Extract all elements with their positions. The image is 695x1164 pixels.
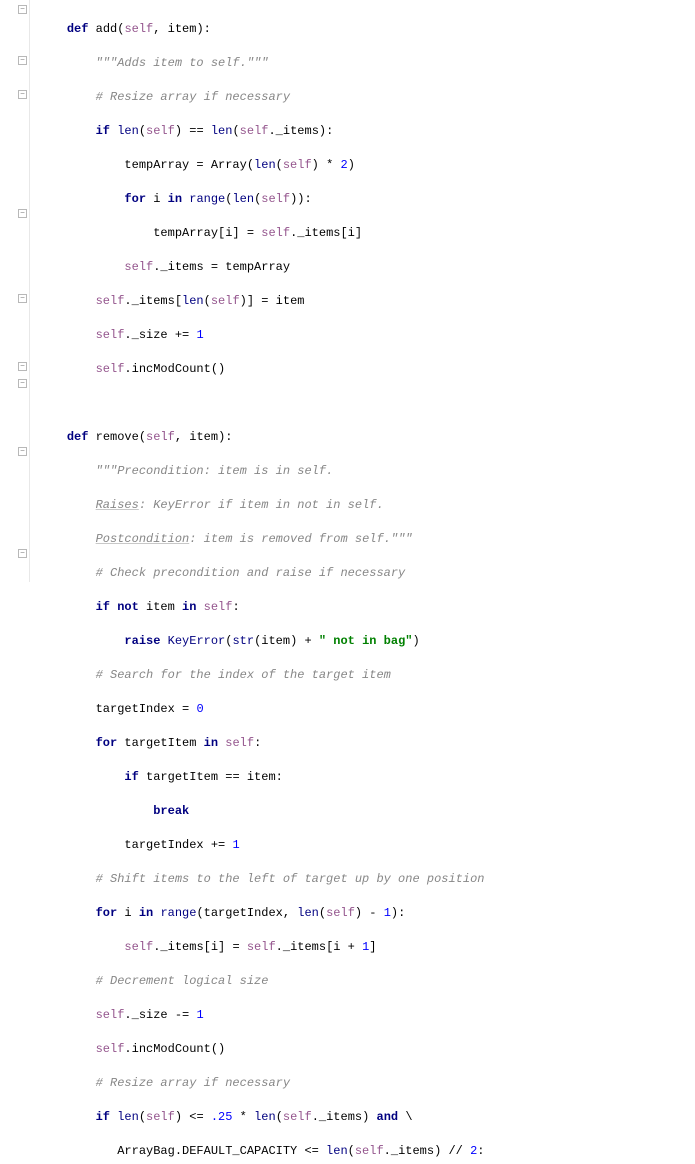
code-line: targetIndex = 0 [38,701,485,718]
code-line: # Decrement logical size [38,973,485,990]
code-line: self._items = tempArray [38,259,485,276]
code-line: self.incModCount() [38,1041,485,1058]
fold-toggle-icon[interactable]: − [18,379,27,388]
code-line: for targetItem in self: [38,735,485,752]
code-line: if len(self) <= .25 * len(self._items) a… [38,1109,485,1126]
fold-toggle-icon[interactable]: − [18,5,27,14]
code-line: self.incModCount() [38,361,485,378]
editor-gutter: − − − − − − − − − [0,0,30,582]
fold-toggle-icon[interactable]: − [18,90,27,99]
code-line: """Precondition: item is in self. [38,463,485,480]
code-line: # Check precondition and raise if necess… [38,565,485,582]
code-line: self._size += 1 [38,327,485,344]
code-line [38,395,485,412]
code-line: if targetItem == item: [38,769,485,786]
code-line: for i in range(len(self)): [38,191,485,208]
code-line: targetIndex += 1 [38,837,485,854]
code-line: def add(self, item): [38,21,485,38]
code-line: self._size -= 1 [38,1007,485,1024]
fold-toggle-icon[interactable]: − [18,447,27,456]
fold-toggle-icon[interactable]: − [18,549,27,558]
code-line: for i in range(targetIndex, len(self) - … [38,905,485,922]
code-line: self._items[len(self)] = item [38,293,485,310]
code-line: raise KeyError(str(item) + " not in bag"… [38,633,485,650]
fold-toggle-icon[interactable]: − [18,56,27,65]
code-line: break [38,803,485,820]
code-line: def remove(self, item): [38,429,485,446]
code-line: # Search for the index of the target ite… [38,667,485,684]
code-line: tempArray[i] = self._items[i] [38,225,485,242]
fold-toggle-icon[interactable]: − [18,209,27,218]
fold-toggle-icon[interactable]: − [18,294,27,303]
code-line: Postcondition: item is removed from self… [38,531,485,548]
code-line: tempArray = Array(len(self) * 2) [38,157,485,174]
code-line: if len(self) == len(self._items): [38,123,485,140]
code-line: if not item in self: [38,599,485,616]
code-line: self._items[i] = self._items[i + 1] [38,939,485,956]
fold-toggle-icon[interactable]: − [18,362,27,371]
code-line: ArrayBag.DEFAULT_CAPACITY <= len(self._i… [38,1143,485,1160]
code-editor-area[interactable]: def add(self, item): """Adds item to sel… [30,0,485,582]
code-line: # Shift items to the left of target up b… [38,871,485,888]
code-line: Raises: KeyError if item in not in self. [38,497,485,514]
code-line: # Resize array if necessary [38,89,485,106]
code-line: # Resize array if necessary [38,1075,485,1092]
code-line: """Adds item to self.""" [38,55,485,72]
